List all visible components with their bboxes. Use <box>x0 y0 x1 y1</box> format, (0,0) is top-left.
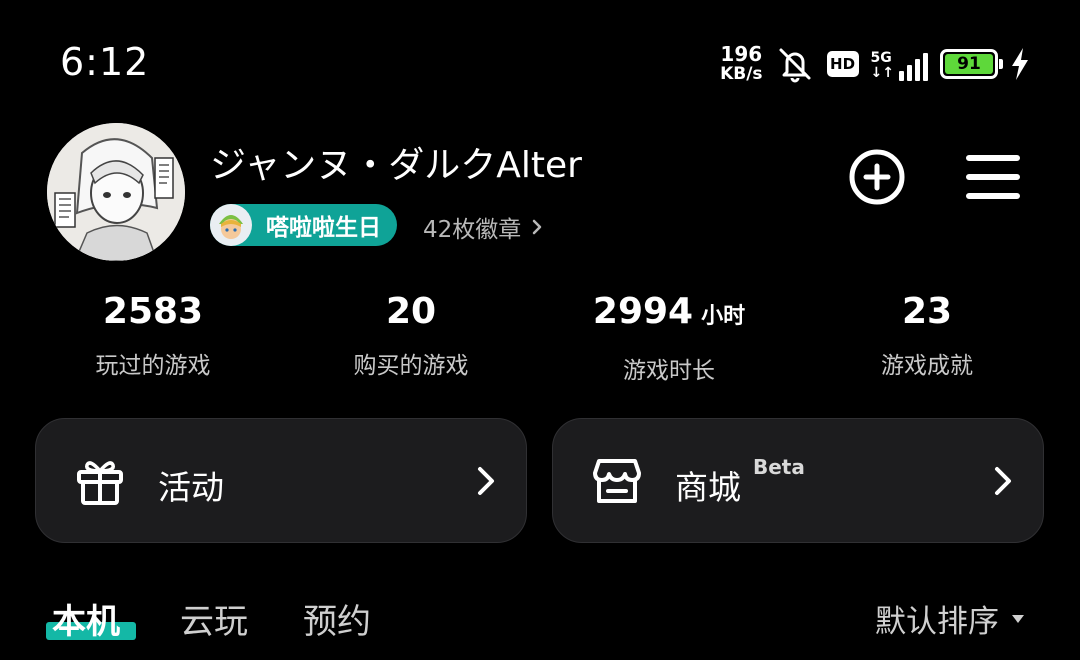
card-label-text: 商城 <box>675 468 741 507</box>
chevron-right-icon <box>995 467 1011 495</box>
tab-reservations[interactable]: 预约 <box>303 594 371 643</box>
gift-icon <box>77 461 123 505</box>
add-circle-icon <box>849 149 905 205</box>
network-speed-unit: KB/s <box>720 64 763 84</box>
badge-pill[interactable]: 嗒啦啦生日 <box>210 204 397 246</box>
stat-unit: 小时 <box>701 304 746 329</box>
sort-label: 默认排序 <box>875 604 999 640</box>
bell-muted-icon <box>779 48 811 83</box>
stat-label: 购买的游戏 <box>353 353 469 379</box>
card-label: 商城 Beta <box>675 455 805 509</box>
hd-icon: HD <box>826 51 859 77</box>
tab-cloud-play[interactable]: 云玩 <box>180 594 248 643</box>
status-icons: 196 KB/s HD 5G ↓↑ 91 <box>720 42 1030 86</box>
badge-count: 42枚徽章 <box>423 217 522 243</box>
add-button[interactable] <box>848 148 906 206</box>
signal-activity: ↓↑ <box>870 65 894 81</box>
avatar-image <box>47 123 185 261</box>
stat-label: 游戏时长 <box>623 358 715 384</box>
chevron-right-icon <box>478 467 494 495</box>
stat-value: 2583 <box>102 291 204 332</box>
badge-count-link[interactable]: 42枚徽章 <box>423 210 543 244</box>
stat-value: 23 <box>901 291 953 332</box>
chevron-right-icon <box>533 219 542 235</box>
sort-dropdown[interactable]: 默认排序 <box>875 596 1025 641</box>
card-label: 活动 <box>158 468 224 507</box>
stat-play-time[interactable]: 2994 小时 游戏时长 <box>549 292 789 385</box>
signal-network-type: 5G <box>870 50 892 66</box>
caret-down-icon <box>1012 614 1024 623</box>
badge-name: 嗒啦啦生日 <box>266 215 381 241</box>
network-speed-value: 196 <box>720 42 763 66</box>
battery-level: 91 <box>945 54 993 74</box>
stat-value: 2994 <box>592 291 694 332</box>
status-time: 6:12 <box>60 40 150 84</box>
store-icon <box>593 459 641 503</box>
stat-label: 玩过的游戏 <box>95 353 211 379</box>
stat-label: 游戏成就 <box>881 353 973 379</box>
activities-card[interactable]: 活动 <box>35 418 527 543</box>
charging-bolt-icon <box>1012 48 1028 80</box>
stat-purchased-games[interactable]: 20 购买的游戏 <box>291 292 531 380</box>
store-card[interactable]: 商城 Beta <box>552 418 1044 543</box>
username: ジャンヌ・ダルクAlter <box>210 145 582 186</box>
menu-icon <box>966 155 1020 199</box>
menu-button[interactable] <box>964 148 1022 206</box>
beta-tag: Beta <box>753 455 805 479</box>
stat-played-games[interactable]: 2583 玩过的游戏 <box>33 292 273 380</box>
stat-value: 20 <box>385 291 437 332</box>
stat-achievements[interactable]: 23 游戏成就 <box>807 292 1047 380</box>
battery-icon: 91 <box>940 49 1003 79</box>
avatar[interactable] <box>47 123 185 261</box>
character-badge-icon <box>210 204 252 246</box>
network-speed: 196 KB/s <box>720 44 762 84</box>
tab-local[interactable]: 本机 <box>52 594 120 643</box>
signal-icon: 5G ↓↑ <box>871 47 928 81</box>
